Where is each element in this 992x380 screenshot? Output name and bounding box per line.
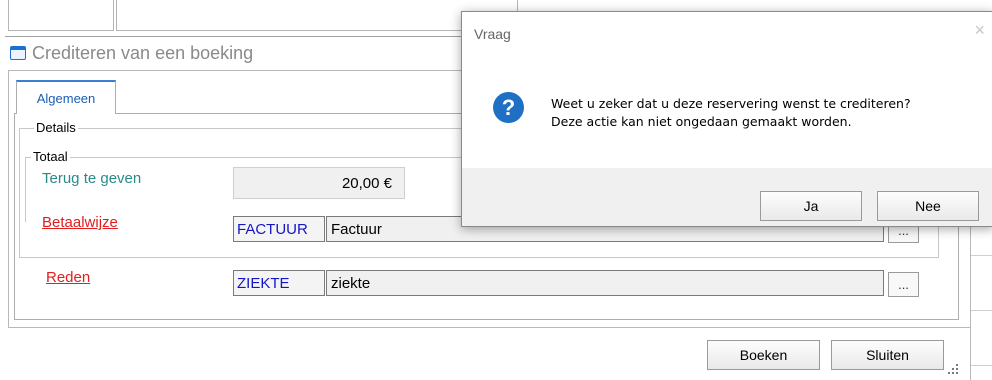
dialog-message-line1: Weet u zeker dat u deze reservering wens… (551, 96, 911, 111)
reden-description-field: ziekte (326, 270, 884, 296)
window-title: Crediteren van een boeking (32, 42, 254, 63)
nee-button[interactable]: Nee (877, 191, 979, 221)
background-grid-cell (8, 0, 114, 31)
close-icon[interactable]: × (974, 20, 985, 41)
resize-grip-icon[interactable] (946, 362, 960, 376)
dialog-footer: Ja Nee (462, 168, 992, 226)
ja-button[interactable]: Ja (760, 191, 862, 221)
reden-link[interactable]: Reden (46, 269, 90, 286)
tab-algemeen[interactable]: Algemeen (16, 80, 116, 114)
window-icon (10, 46, 26, 60)
betaalwijze-code-field[interactable]: FACTUUR (233, 216, 325, 242)
background-grid-cell (116, 0, 518, 31)
background-window-edge (970, 210, 992, 380)
sluiten-button[interactable]: Sluiten (831, 340, 944, 370)
reden-code-field[interactable]: ZIEKTE (233, 270, 325, 296)
terug-te-geven-field: 20,00 € (233, 167, 405, 199)
window-titlebar: Crediteren van een boeking (10, 42, 253, 64)
dialog-message: Weet u zeker dat u deze reservering wens… (551, 95, 911, 131)
confirm-dialog: Vraag × ? Weet u zeker dat u deze reserv… (461, 11, 992, 227)
betaalwijze-link[interactable]: Betaalwijze (42, 214, 118, 231)
question-icon: ? (493, 92, 524, 123)
terug-te-geven-label: Terug te geven (42, 170, 142, 187)
boeken-button[interactable]: Boeken (707, 340, 820, 370)
dialog-title: Vraag (474, 26, 511, 42)
background-divider (5, 36, 465, 37)
dialog-message-line2: Deze actie kan niet ongedaan gemaakt wor… (551, 114, 852, 129)
totaal-legend: Totaal (31, 149, 70, 164)
reden-lookup-button[interactable]: ... (888, 272, 919, 297)
details-legend: Details (34, 120, 78, 135)
